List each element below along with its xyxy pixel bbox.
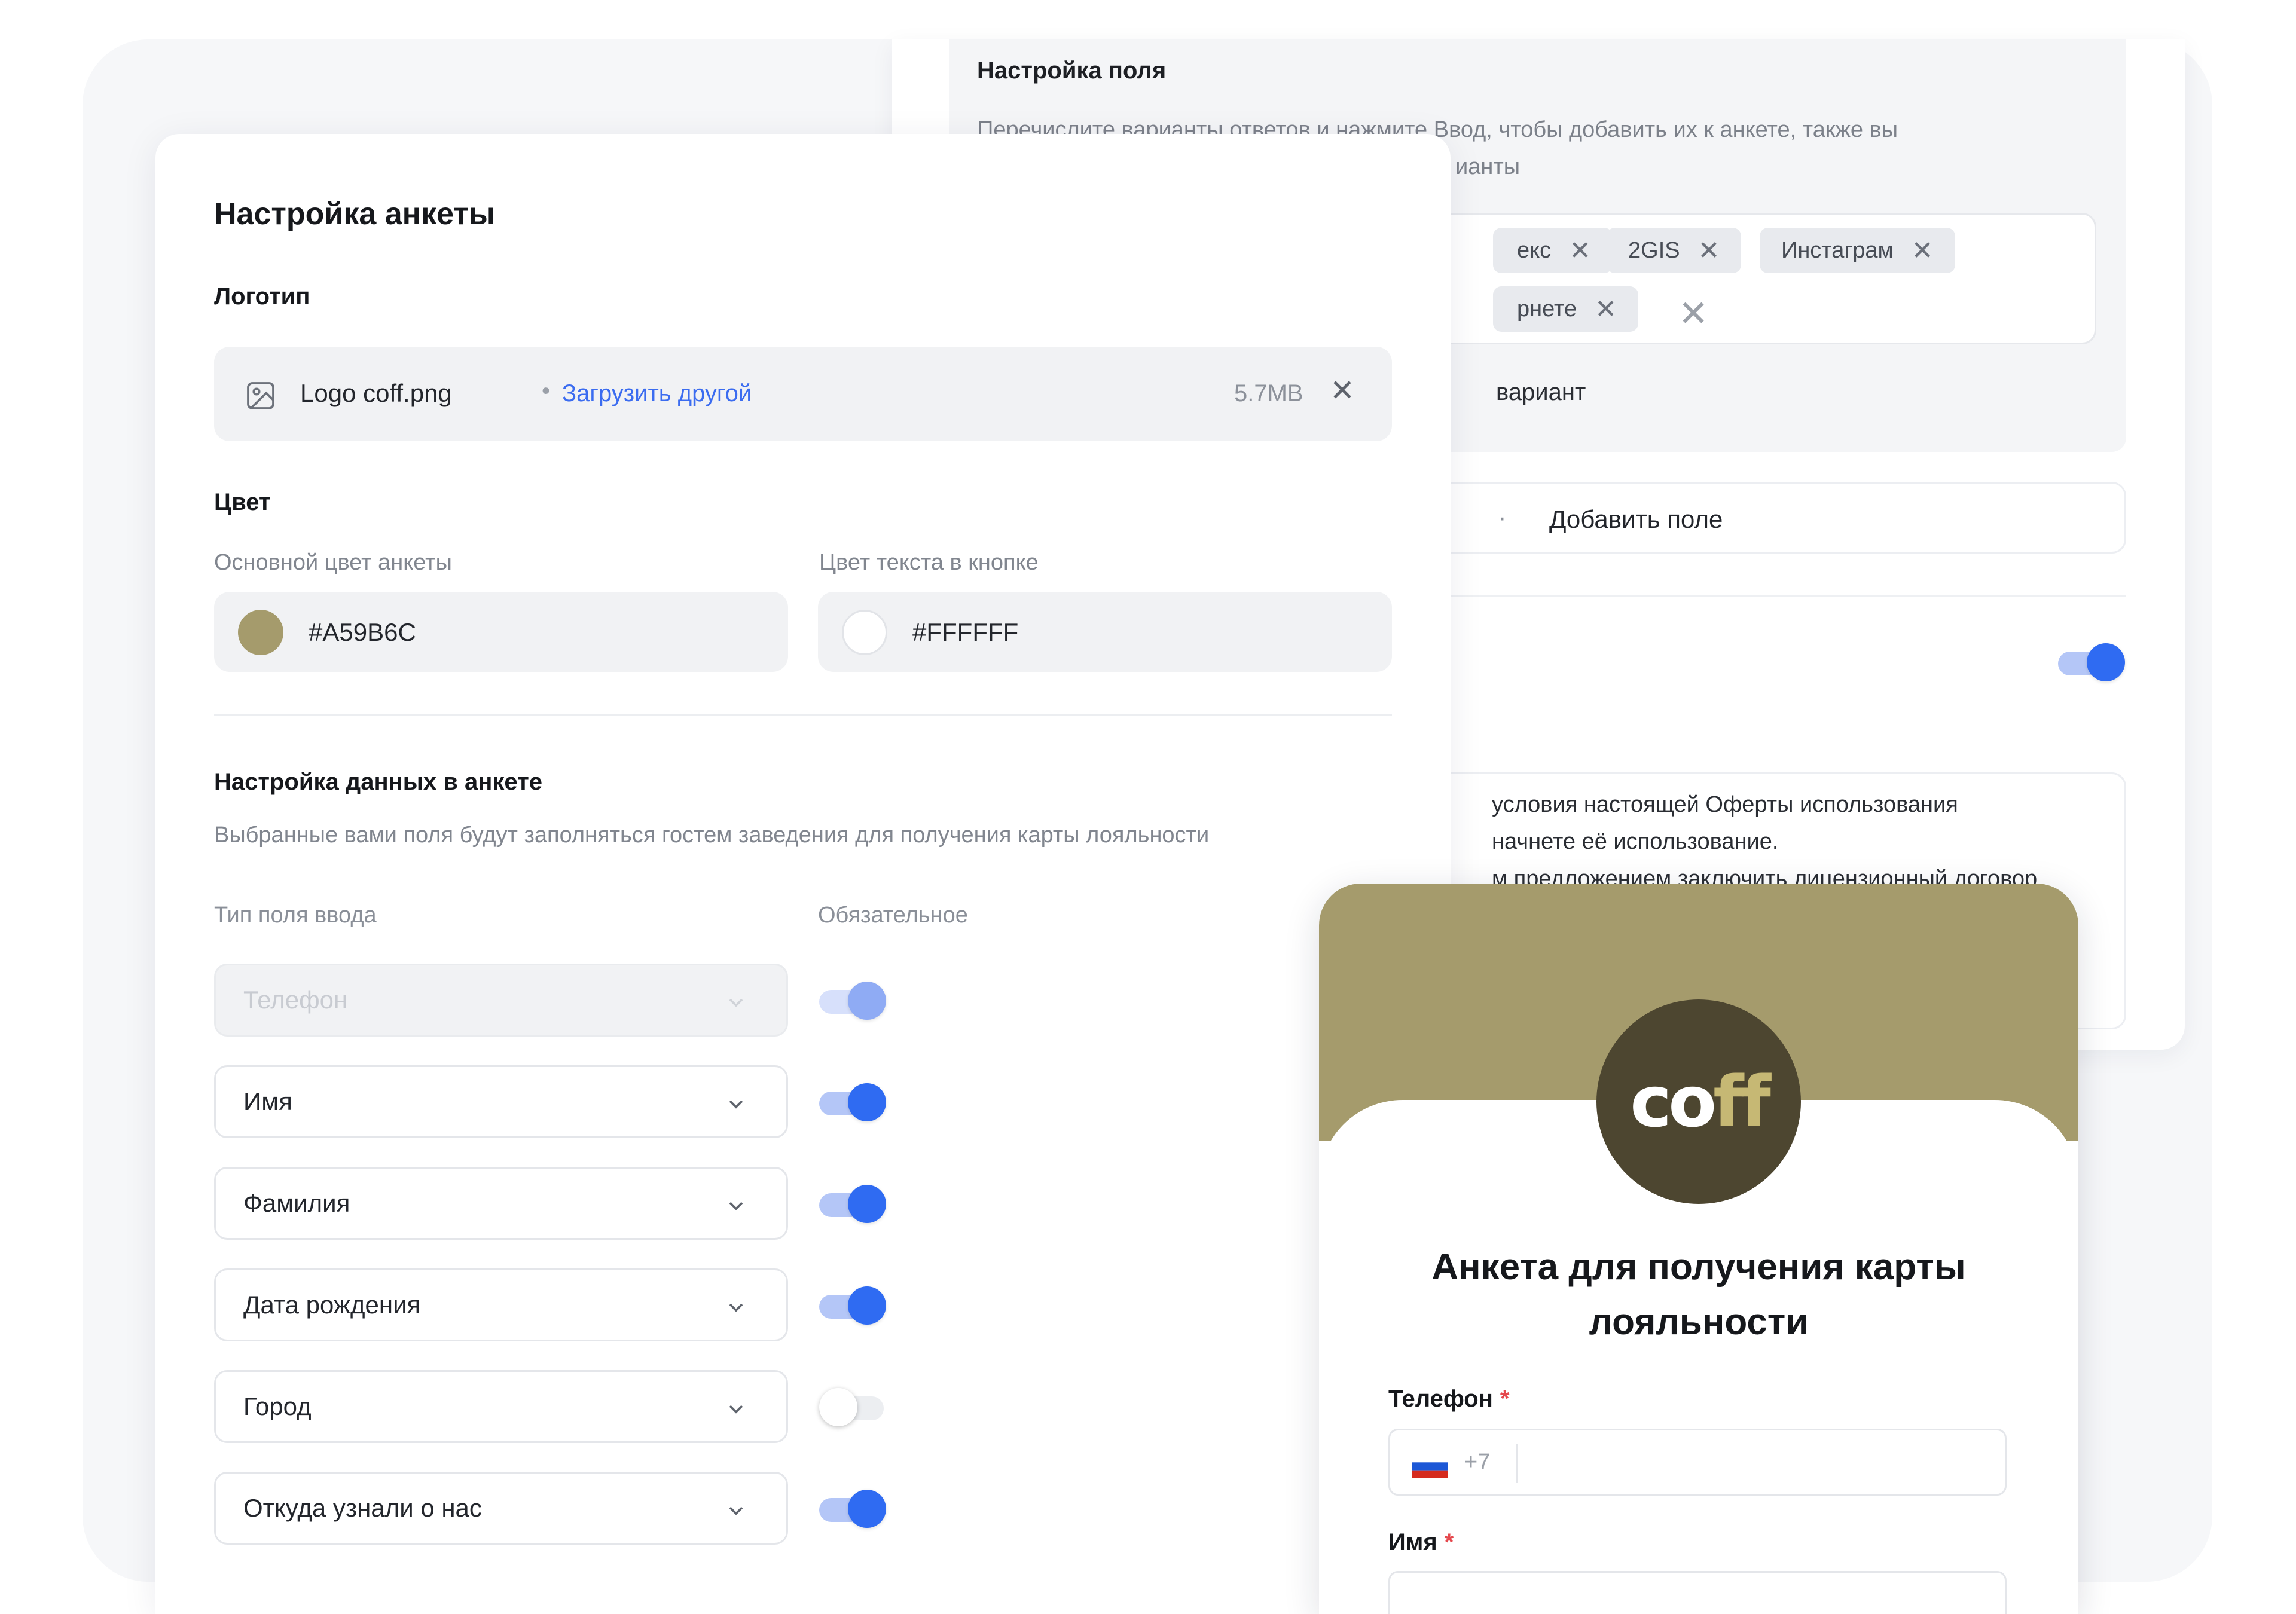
separator-dot: • <box>542 378 551 404</box>
select-label: Откуда узнали о нас <box>243 1494 482 1522</box>
field-type-select-birthdate[interactable]: Дата рождения <box>214 1268 788 1341</box>
data-settings-description: Выбранные вами поля будут заполняться го… <box>214 823 1210 848</box>
divider <box>214 714 1392 716</box>
required-asterisk: * <box>1500 1386 1510 1412</box>
toggle-knob <box>848 1185 886 1223</box>
logo-file-row: Logo coff.png • Загрузить другой 5.7MB ✕ <box>214 347 1392 441</box>
field-settings-title: Настройка поля <box>977 57 1167 84</box>
logo-text-co: co <box>1630 1060 1717 1143</box>
answer-tag-label: рнете <box>1517 296 1577 322</box>
chevron-down-icon <box>724 1397 748 1424</box>
required-asterisk: * <box>1444 1529 1454 1555</box>
answer-tag-label: екс <box>1517 237 1552 263</box>
name-label-text: Имя <box>1388 1529 1437 1555</box>
offer-toggle[interactable] <box>2058 643 2125 681</box>
answer-tag-label: 2GIS <box>1628 237 1680 263</box>
add-field-label: Добавить поле <box>1549 505 1723 533</box>
color-swatch[interactable] <box>238 610 283 655</box>
chevron-down-icon <box>724 1194 748 1221</box>
field-type-select-name[interactable]: Имя <box>214 1065 788 1138</box>
answer-tag[interactable]: рнете ✕ <box>1493 286 1638 332</box>
required-toggle-birthdate[interactable] <box>819 1286 886 1325</box>
logo-heading: Логотип <box>214 283 310 310</box>
field-type-select-source[interactable]: Откуда узнали о нас <box>214 1472 788 1545</box>
color-heading: Цвет <box>214 489 271 515</box>
image-icon <box>244 379 277 415</box>
phone-label: Телефон * <box>1388 1386 1509 1413</box>
remove-tag-icon[interactable]: ✕ <box>1595 294 1617 325</box>
button-text-color-value: #FFFFFF <box>912 618 1019 646</box>
logo-text-ff: ff <box>1713 1060 1771 1143</box>
data-settings-heading: Настройка данных в анкете <box>214 769 542 795</box>
chevron-down-icon <box>724 1295 748 1322</box>
plus-icon: · <box>1498 503 1507 532</box>
field-type-select-surname[interactable]: Фамилия <box>214 1167 788 1240</box>
select-label: Телефон <box>243 986 348 1014</box>
brand-logo: co ff <box>1596 999 1801 1204</box>
answer-tag[interactable]: 2GIS ✕ <box>1607 228 1742 273</box>
required-toggle-city[interactable] <box>819 1388 886 1426</box>
upload-other-link[interactable]: Загрузить другой <box>562 380 752 407</box>
name-input[interactable] <box>1388 1571 2007 1614</box>
required-toggle-phone <box>819 982 886 1020</box>
chevron-down-icon <box>724 991 748 1017</box>
chevron-down-icon <box>724 1499 748 1526</box>
remove-tag-icon[interactable]: ✕ <box>1569 236 1591 266</box>
remove-tag-icon[interactable]: ✕ <box>1912 236 1934 266</box>
required-toggle-surname[interactable] <box>819 1185 886 1223</box>
offer-line: начнете её использование. <box>1492 829 1779 854</box>
country-code: +7 <box>1464 1450 1491 1475</box>
required-toggle-source[interactable] <box>819 1490 886 1528</box>
select-label: Дата рождения <box>243 1291 421 1319</box>
required-toggle-name[interactable] <box>819 1083 886 1121</box>
primary-color-value: #A59B6C <box>309 618 416 646</box>
russia-flag-icon[interactable] <box>1412 1454 1448 1478</box>
field-type-select-city[interactable]: Город <box>214 1370 788 1443</box>
button-text-color-label: Цвет текста в кнопке <box>819 550 1039 575</box>
toggle-knob <box>819 1388 857 1426</box>
select-label: Фамилия <box>243 1189 350 1217</box>
select-label: Имя <box>243 1087 292 1115</box>
answer-tag[interactable]: екс ✕ <box>1493 228 1613 273</box>
page-title: Настройка анкеты <box>214 197 496 231</box>
phone-input[interactable]: +7 <box>1388 1429 2007 1496</box>
answer-tag-label: Инстаграм <box>1781 237 1894 263</box>
logo-file-name: Logo coff.png <box>300 379 452 407</box>
preview-title: Анкета для получения карты лояльности <box>1431 1246 1966 1343</box>
remove-tag-icon[interactable]: ✕ <box>1698 236 1720 266</box>
col-type-header: Тип поля ввода <box>214 903 377 928</box>
variant-label: вариант <box>1496 379 1586 405</box>
primary-color-field[interactable]: #A59B6C <box>214 592 788 672</box>
offer-line: условия настоящей Оферты использования <box>1492 792 1958 817</box>
toggle-knob <box>848 1490 886 1528</box>
button-text-color-field[interactable]: #FFFFFF <box>818 592 1392 672</box>
remove-file-icon[interactable]: ✕ <box>1330 373 1355 408</box>
survey-settings-panel: Настройка анкеты Логотип Logo coff.png •… <box>155 134 1451 1614</box>
answer-tag[interactable]: Инстаграм ✕ <box>1760 228 1955 273</box>
select-label: Город <box>243 1392 312 1420</box>
clear-tags-icon[interactable]: ✕ <box>1678 296 1708 332</box>
primary-color-label: Основной цвет анкеты <box>214 550 452 575</box>
survey-preview-card: co ff Анкета для получения карты лояльнос… <box>1319 884 2078 1614</box>
chevron-down-icon <box>724 1092 748 1119</box>
toggle-knob <box>2087 643 2125 681</box>
color-swatch[interactable] <box>842 610 887 655</box>
file-size: 5.7MB <box>1234 380 1303 406</box>
phone-label-text: Телефон <box>1388 1386 1493 1412</box>
input-separator <box>1516 1444 1518 1483</box>
field-type-select-phone: Телефон <box>214 964 788 1037</box>
toggle-knob <box>848 1286 886 1325</box>
name-label: Имя * <box>1388 1529 1454 1556</box>
col-required-header: Обязательное <box>818 903 968 928</box>
toggle-knob <box>848 1083 886 1121</box>
toggle-knob <box>848 982 886 1020</box>
